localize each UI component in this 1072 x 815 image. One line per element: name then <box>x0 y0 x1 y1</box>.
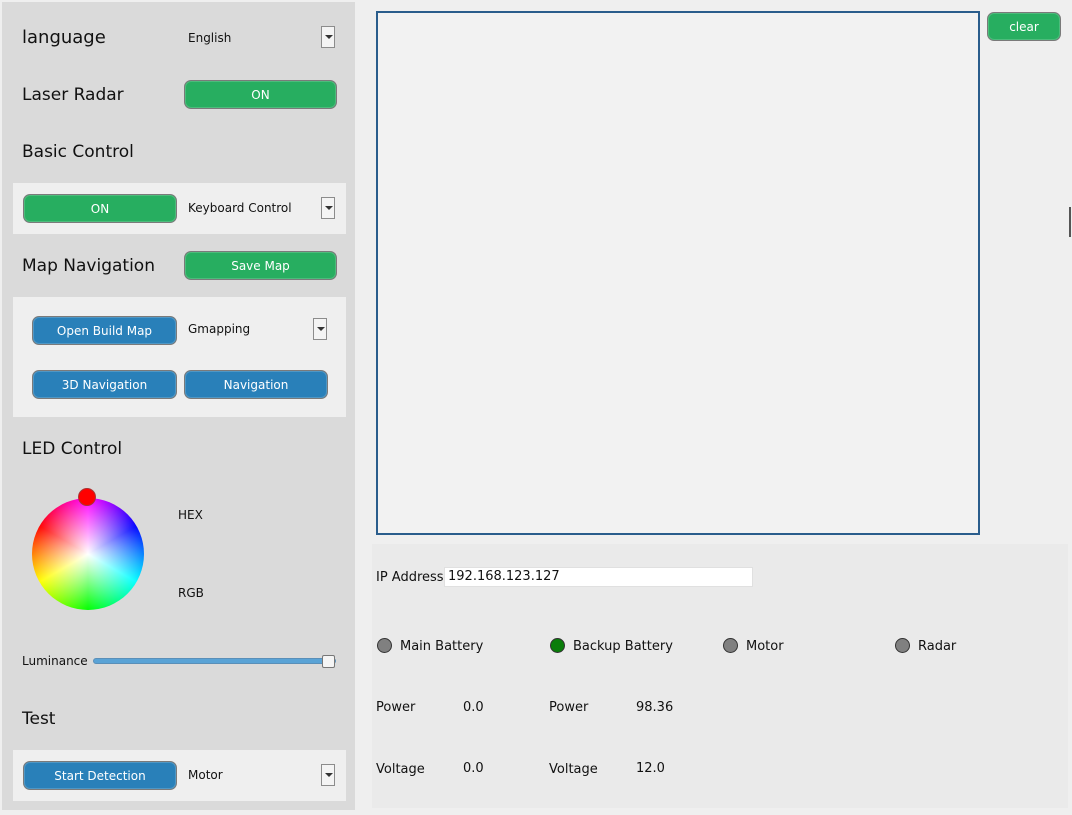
clear-button[interactable]: clear <box>987 12 1061 41</box>
color-wheel[interactable] <box>32 498 144 610</box>
color-picker-handle[interactable] <box>78 488 96 506</box>
basic-control-title: Basic Control <box>22 142 134 162</box>
backup-battery-label: Backup Battery <box>573 639 673 654</box>
language-value: English <box>188 31 232 45</box>
main-power-label: Power <box>376 700 416 715</box>
luminance-slider[interactable] <box>93 658 336 664</box>
save-map-button[interactable]: Save Map <box>184 251 337 280</box>
main-battery-status-led <box>377 638 392 653</box>
start-detection-button[interactable]: Start Detection <box>23 761 177 790</box>
map-navigation-panel <box>13 297 346 417</box>
control-mode-value: Keyboard Control <box>188 201 292 215</box>
backup-voltage-value: 12.0 <box>636 761 665 776</box>
chevron-down-icon[interactable] <box>321 197 335 219</box>
led-control-title: LED Control <box>22 439 123 459</box>
laser-radar-label: Laser Radar <box>22 85 124 105</box>
radar-status-led <box>895 638 910 653</box>
test-title: Test <box>22 709 56 729</box>
basic-control-toggle-button[interactable]: ON <box>23 194 177 223</box>
test-target-value: Motor <box>188 768 223 782</box>
language-select[interactable]: English <box>188 26 338 50</box>
control-mode-select[interactable]: Keyboard Control <box>188 197 338 221</box>
chevron-down-icon[interactable] <box>321 26 335 48</box>
open-build-map-button[interactable]: Open Build Map <box>32 316 177 345</box>
laser-radar-toggle-button[interactable]: ON <box>184 80 337 109</box>
main-voltage-value: 0.0 <box>463 761 484 776</box>
ip-address-value: 192.168.123.127 <box>448 569 560 584</box>
navigation-button[interactable]: Navigation <box>184 370 328 399</box>
backup-power-label: Power <box>549 700 589 715</box>
mapping-algorithm-value: Gmapping <box>188 322 251 336</box>
hex-label: HEX <box>178 508 203 522</box>
backup-power-value: 98.36 <box>636 700 674 715</box>
chevron-down-icon[interactable] <box>321 764 335 786</box>
backup-voltage-label: Voltage <box>549 762 598 777</box>
rgb-label: RGB <box>178 586 204 600</box>
main-battery-label: Main Battery <box>400 639 484 654</box>
scrollbar-handle[interactable] <box>1069 207 1071 237</box>
mapping-algorithm-select[interactable]: Gmapping <box>188 318 328 342</box>
motor-status-led <box>723 638 738 653</box>
3d-navigation-button[interactable]: 3D Navigation <box>32 370 177 399</box>
map-navigation-title: Map Navigation <box>22 256 155 276</box>
main-voltage-label: Voltage <box>376 762 425 777</box>
main-power-value: 0.0 <box>463 700 484 715</box>
ip-address-field[interactable]: 192.168.123.127 <box>444 567 753 587</box>
motor-label: Motor <box>746 639 784 654</box>
language-label: language <box>22 27 106 48</box>
chevron-down-icon[interactable] <box>313 318 327 340</box>
radar-label: Radar <box>918 639 957 654</box>
backup-battery-status-led <box>550 638 565 653</box>
map-display-canvas[interactable] <box>376 11 980 535</box>
luminance-slider-handle[interactable] <box>322 655 335 668</box>
luminance-label: Luminance <box>22 654 88 668</box>
ip-address-label: IP Address <box>376 570 444 585</box>
test-target-select[interactable]: Motor <box>188 764 338 788</box>
